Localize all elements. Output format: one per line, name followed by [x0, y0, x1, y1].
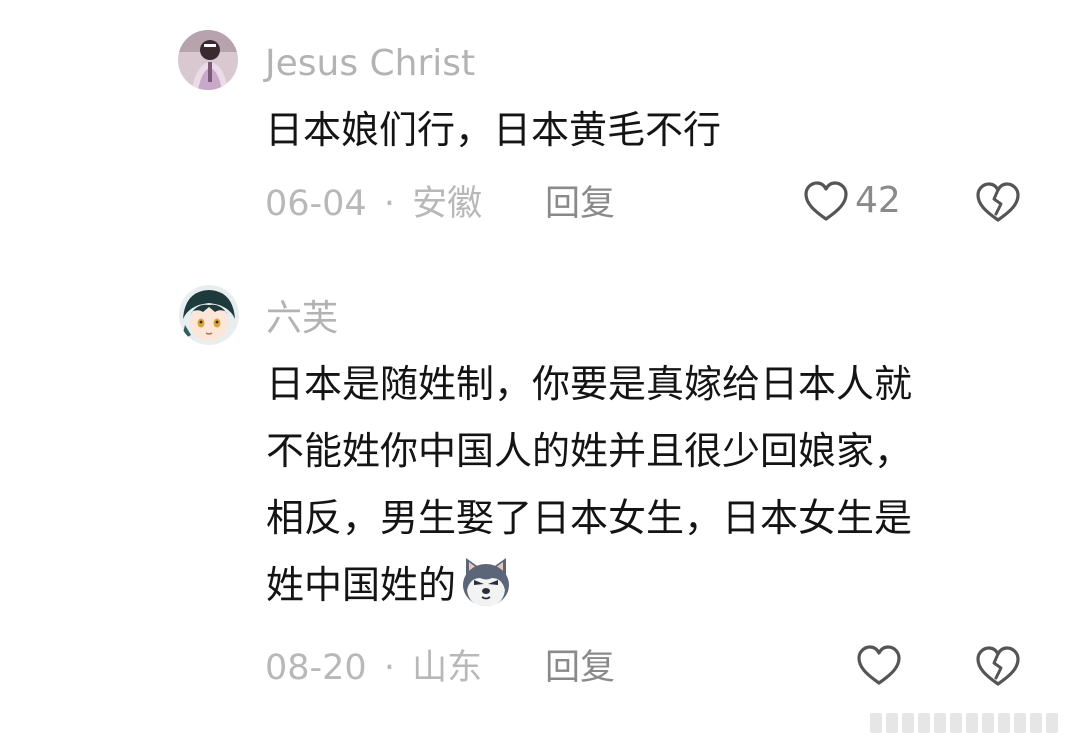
comment-text-line: 姓中国姓的 — [266, 563, 457, 607]
comment-text-last-line: 姓中国姓的 — [266, 552, 912, 619]
comment-location: 山东 — [412, 648, 483, 688]
reply-button[interactable]: 回复 — [545, 187, 615, 222]
broken-heart-icon — [976, 182, 1020, 222]
heart-icon — [804, 181, 848, 221]
comment-location: 安徽 — [412, 184, 483, 224]
comment-text-line: 相反，男生娶了日本女生，日本女生是 — [266, 496, 913, 540]
dog-emoji-icon — [463, 558, 510, 606]
reply-button[interactable]: 回复 — [545, 651, 615, 686]
username[interactable]: Jesus Christ — [265, 46, 475, 82]
avatar[interactable] — [178, 30, 238, 90]
meta-separator: · — [383, 184, 395, 224]
comment-text-line: 日本是随姓制，你要是真嫁给日本人就 — [266, 362, 913, 406]
comment-text: 日本娘们行，日本黄毛不行 — [265, 97, 721, 164]
comment-meta: 06-04 · 安徽 — [265, 187, 482, 222]
heart-icon — [857, 645, 901, 685]
meta-separator: · — [383, 648, 395, 688]
dislike-button[interactable] — [975, 645, 1021, 691]
username[interactable]: 六芙 — [266, 301, 338, 337]
dislike-button[interactable] — [975, 181, 1021, 227]
like-button[interactable] — [856, 644, 908, 686]
like-button[interactable]: 42 — [803, 180, 901, 222]
comment-text-line: 不能姓你中国人的姓并且很少回娘家， — [266, 429, 913, 473]
watermark — [870, 713, 1058, 733]
comment-text-line: 日本娘们行，日本黄毛不行 — [265, 108, 722, 152]
comment-text: 日本是随姓制，你要是真嫁给日本人就 不能姓你中国人的姓并且很少回娘家， 相反，男… — [266, 351, 912, 619]
comment-meta: 08-20 · 山东 — [265, 651, 482, 686]
like-count: 42 — [855, 180, 901, 221]
broken-heart-icon — [976, 646, 1020, 686]
avatar[interactable] — [179, 285, 239, 345]
comment-date: 08-20 — [265, 648, 367, 688]
comment-date: 06-04 — [265, 184, 367, 224]
